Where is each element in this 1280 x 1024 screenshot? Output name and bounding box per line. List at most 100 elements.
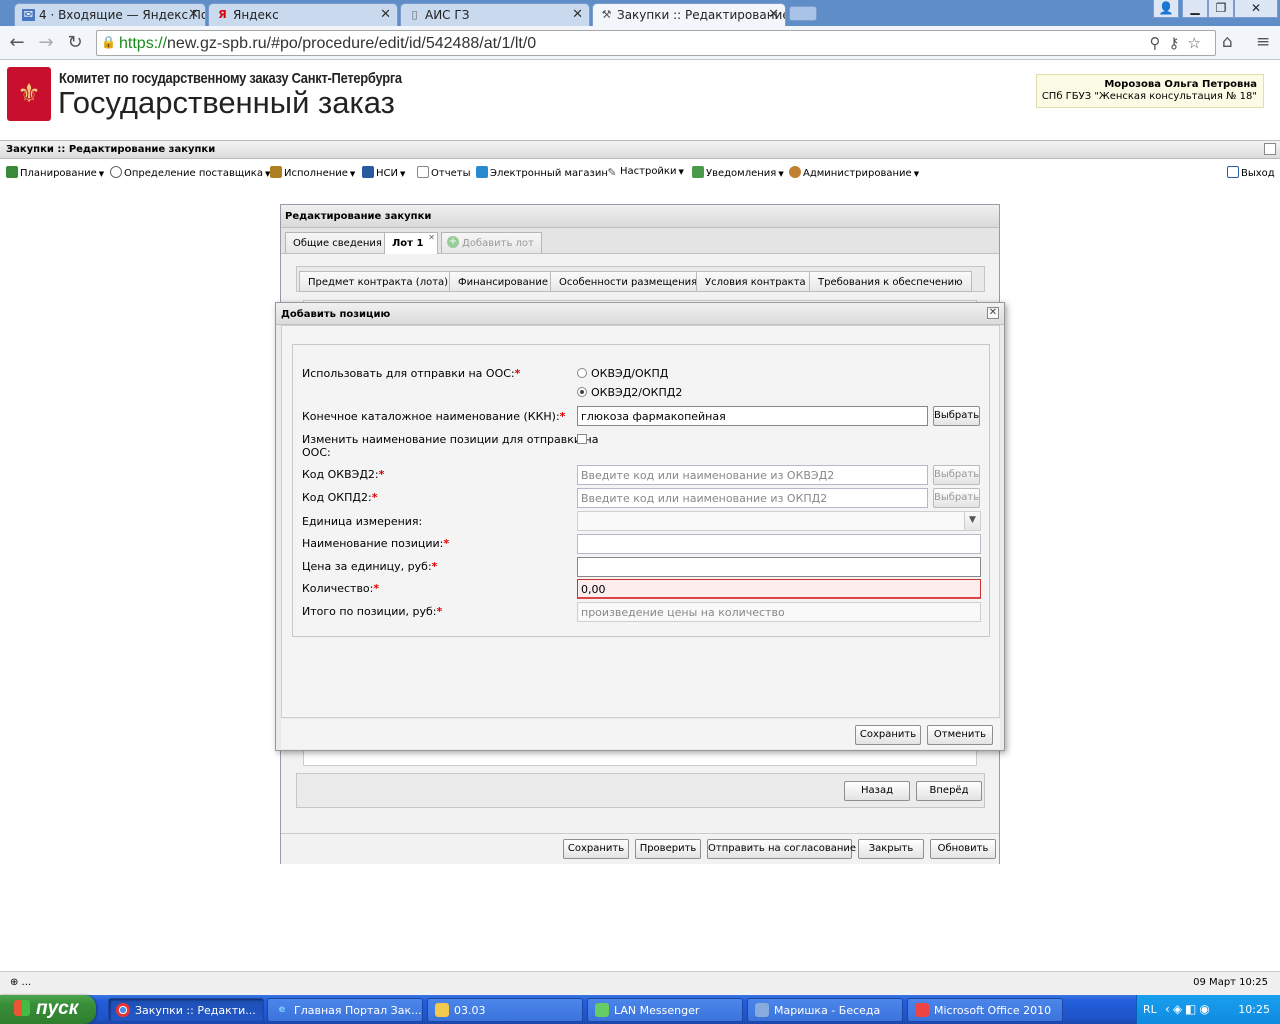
unit-select[interactable]: ▼	[577, 511, 981, 531]
price-input[interactable]	[577, 557, 981, 577]
radio-dot[interactable]	[577, 387, 587, 397]
task-chat[interactable]: Маришка - Беседа	[747, 998, 903, 1022]
close-icon[interactable]: ✕	[572, 7, 583, 22]
browser-tab-yandex[interactable]: Я Яндекс ✕	[208, 3, 398, 26]
okved2-input[interactable]: Введите код или наименование из ОКВЭД2	[577, 465, 928, 485]
subtab-contract-subject[interactable]: Предмет контракта (лота)	[299, 271, 458, 292]
close-icon[interactable]: ✕	[768, 7, 779, 22]
radio-okved2-okpd2[interactable]: ОКВЭД2/ОКПД2	[577, 386, 682, 399]
price-label: Цена за единицу, руб:*	[302, 560, 437, 573]
subtab-placement[interactable]: Особенности размещения	[550, 271, 707, 292]
browser-tab-title: Закупки :: Редактирование	[617, 8, 786, 22]
menu-planning[interactable]: Планирование ▼	[6, 166, 104, 179]
subtab-contract-terms[interactable]: Условия контракта	[696, 271, 815, 292]
chevron-left-icon[interactable]: ‹	[1165, 1002, 1173, 1016]
menu-exit[interactable]: Выход	[1227, 166, 1275, 179]
change-name-checkbox[interactable]	[577, 434, 587, 444]
clock[interactable]: 10:25	[1238, 1003, 1270, 1016]
okpd2-select-button[interactable]: Выбрать	[933, 488, 980, 508]
restore-window-button[interactable]: ❐	[1208, 0, 1234, 18]
collapse-panel-button[interactable]	[1264, 143, 1276, 155]
address-url[interactable]: https://new.gz-spb.ru/#po/procedure/edit…	[119, 35, 536, 53]
kkn-input[interactable]: глюкоза фармакопейная	[577, 406, 928, 426]
cancel-button[interactable]: Отменить	[927, 725, 993, 745]
close-tab-icon[interactable]: ✕	[428, 233, 435, 242]
menu-eshop[interactable]: Электронный магазин	[476, 166, 608, 179]
minimize-window-button[interactable]: ▁	[1182, 0, 1208, 18]
reload-icon[interactable]: ↻	[64, 32, 86, 53]
tab-lot-1[interactable]: Лот 1 ✕	[384, 232, 438, 254]
close-window-button[interactable]: ✕	[1234, 0, 1278, 18]
page-icon: ▯	[411, 8, 418, 21]
menu-label: Планирование	[20, 168, 97, 179]
browser-tab-zakupki[interactable]: ⚒ Закупки :: Редактирование ✕	[592, 3, 786, 26]
address-bar[interactable]: 🔒 https://new.gz-spb.ru/#po/procedure/ed…	[96, 30, 1216, 56]
kkn-select-button[interactable]: Выбрать	[933, 406, 980, 426]
close-icon[interactable]: ✕	[987, 307, 999, 319]
key-icon[interactable]: ⚷	[1169, 34, 1188, 52]
zoom-icon[interactable]: ⚲	[1150, 34, 1169, 52]
volume-icon[interactable]: ◧	[1185, 1002, 1199, 1016]
task-ie[interactable]: e Главная Портал Зак...	[267, 998, 423, 1022]
check-button[interactable]: Проверить	[635, 839, 701, 859]
language-indicator[interactable]: RL	[1143, 1003, 1157, 1016]
back-button[interactable]: Назад	[844, 781, 910, 801]
okpd2-input[interactable]: Введите код или наименование из ОКПД2	[577, 488, 928, 508]
spb-emblem-logo: ⚜	[7, 67, 51, 121]
tab-add-lot[interactable]: + Добавить лот	[441, 232, 542, 253]
close-icon[interactable]: ✕	[188, 7, 199, 22]
menu-icon[interactable]: ≡	[1256, 32, 1270, 52]
menu-notifications[interactable]: Уведомления ▼	[692, 166, 784, 179]
subtab-security-requirements[interactable]: Требования к обеспечению	[809, 271, 972, 292]
task-lan-messenger[interactable]: LAN Messenger	[587, 998, 743, 1022]
chevron-down-icon: ▼	[913, 170, 920, 178]
add-position-dialog: Добавить позицию ✕ Использовать для отпр…	[275, 302, 1005, 751]
task-label: Microsoft Office 2010	[934, 1004, 1052, 1017]
total-input[interactable]: произведение цены на количество	[577, 602, 981, 622]
menu-supplier[interactable]: Определение поставщика ▼	[110, 166, 270, 179]
browser-tab-mail[interactable]: ✉ 4 · Входящие — Яндекс.По ✕	[14, 3, 206, 26]
position-name-input[interactable]	[577, 534, 981, 554]
home-icon[interactable]: ⌂	[1222, 32, 1233, 52]
save-procurement-button[interactable]: Сохранить	[563, 839, 629, 859]
chat-icon	[755, 1003, 769, 1017]
task-office[interactable]: Microsoft Office 2010	[907, 998, 1063, 1022]
menu-settings[interactable]: ✎ Настройки ▼	[606, 166, 683, 179]
start-button[interactable]: пуск	[0, 995, 96, 1024]
close-icon[interactable]: ✕	[380, 7, 391, 22]
send-for-approval-button[interactable]: Отправить на согласование	[707, 839, 856, 859]
new-tab-button[interactable]	[789, 6, 817, 21]
back-arrow-icon[interactable]: ←	[6, 32, 28, 53]
tab-general-info[interactable]: Общие сведения	[285, 232, 390, 253]
browser-tab-ais[interactable]: ▯ АИС ГЗ ✕	[400, 3, 590, 26]
menu-nsi[interactable]: НСИ ▼	[362, 166, 405, 179]
task-chrome[interactable]: Закупки :: Редакти...	[108, 998, 264, 1022]
chevron-down-icon: ▼	[349, 170, 356, 178]
network-icon[interactable]: ◈	[1173, 1002, 1185, 1016]
forward-arrow-icon[interactable]: →	[35, 32, 57, 53]
radio-dot[interactable]	[577, 368, 587, 378]
required-mark: *	[443, 537, 450, 550]
menu-reports[interactable]: Отчеты	[417, 166, 470, 179]
save-button[interactable]: Сохранить	[855, 725, 921, 745]
subtab-financing[interactable]: Финансирование	[449, 271, 557, 292]
task-folder[interactable]: 03.03	[427, 998, 583, 1022]
task-label: Закупки :: Редакти...	[135, 1004, 256, 1017]
folder-icon	[435, 1003, 449, 1017]
wrench-icon: ✎	[607, 166, 617, 179]
menu-admin[interactable]: Администрирование ▼	[789, 166, 919, 179]
messenger-tray-icon[interactable]: ◉	[1199, 1002, 1212, 1016]
chevron-down-icon[interactable]: ▼	[964, 512, 980, 530]
forward-button[interactable]: Вперёд	[916, 781, 982, 801]
bookmark-star-icon[interactable]: ☆	[1188, 34, 1209, 52]
user-profile-icon[interactable]: 👤	[1153, 0, 1179, 18]
quantity-input[interactable]: 0,00	[577, 579, 981, 599]
refresh-button[interactable]: Обновить	[930, 839, 996, 859]
menu-execution[interactable]: Исполнение ▼	[270, 166, 355, 179]
close-button[interactable]: Закрыть	[858, 839, 924, 859]
app-title: Закупки :: Редактирование закупки	[6, 144, 216, 155]
browser-tab-title: Яндекс	[233, 8, 279, 22]
radio-okved-okpd[interactable]: ОКВЭД/ОКПД	[577, 367, 668, 380]
okved2-select-button[interactable]: Выбрать	[933, 465, 980, 485]
label-text: Изменить наименование позиции для отправ…	[302, 433, 599, 446]
